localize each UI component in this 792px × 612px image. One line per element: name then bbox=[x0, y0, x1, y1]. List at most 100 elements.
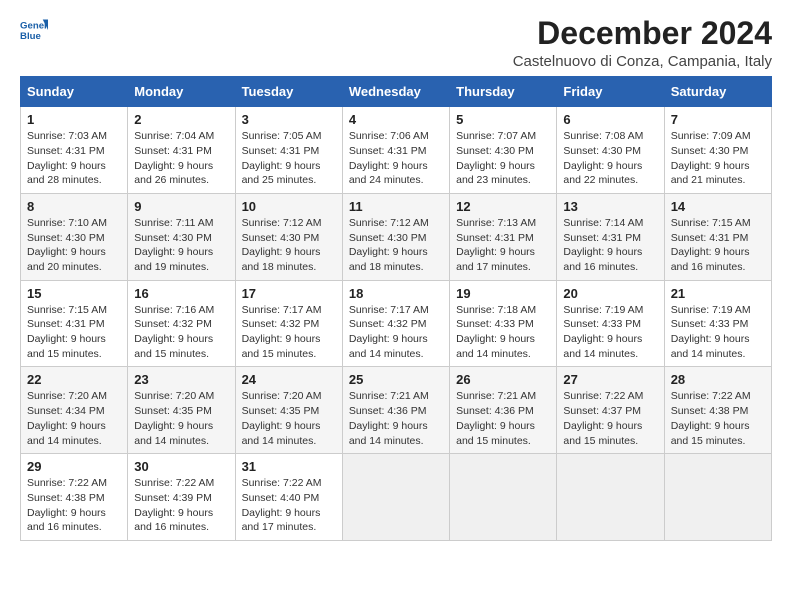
location-title: Castelnuovo di Conza, Campania, Italy bbox=[513, 53, 772, 70]
day-number: 29 bbox=[27, 459, 121, 474]
calendar-cell: 5 Sunrise: 7:07 AMSunset: 4:30 PMDaylight… bbox=[450, 107, 557, 194]
calendar-cell bbox=[664, 454, 771, 541]
day-info: Sunrise: 7:06 AMSunset: 4:31 PMDaylight:… bbox=[349, 129, 443, 188]
day-info: Sunrise: 7:15 AMSunset: 4:31 PMDaylight:… bbox=[671, 216, 765, 275]
day-number: 15 bbox=[27, 286, 121, 301]
calendar-cell: 31Sunrise: 7:22 AMSunset: 4:40 PMDayligh… bbox=[235, 454, 342, 541]
day-info: Sunrise: 7:19 AMSunset: 4:33 PMDaylight:… bbox=[671, 303, 765, 362]
calendar-cell: 6Sunrise: 7:08 AMSunset: 4:30 PMDaylight… bbox=[557, 107, 664, 194]
day-number: 5 bbox=[456, 112, 550, 127]
day-info: Sunrise: 7:22 AMSunset: 4:38 PMDaylight:… bbox=[671, 389, 765, 448]
day-number: 3 bbox=[242, 112, 336, 127]
day-info: Sunrise: 7:21 AMSunset: 4:36 PMDaylight:… bbox=[456, 389, 550, 448]
day-number: 26 bbox=[456, 372, 550, 387]
calendar-cell: 15 Sunrise: 7:15 AMSunset: 4:31 PMDayligh… bbox=[21, 280, 128, 367]
calendar-cell: 22 Sunrise: 7:20 AMSunset: 4:34 PMDayligh… bbox=[21, 367, 128, 454]
calendar-cell: 20Sunrise: 7:19 AMSunset: 4:33 PMDayligh… bbox=[557, 280, 664, 367]
calendar-cell: 29 Sunrise: 7:22 AMSunset: 4:38 PMDayligh… bbox=[21, 454, 128, 541]
page-header: General Blue December 2024 Castelnuovo d… bbox=[20, 16, 772, 70]
calendar-cell: 28 Sunrise: 7:22 AMSunset: 4:38 PMDayligh… bbox=[664, 367, 771, 454]
day-number: 17 bbox=[242, 286, 336, 301]
day-info: Sunrise: 7:05 AMSunset: 4:31 PMDaylight:… bbox=[242, 129, 336, 188]
calendar-cell: 12Sunrise: 7:13 AMSunset: 4:31 PMDayligh… bbox=[450, 193, 557, 280]
day-number: 13 bbox=[563, 199, 657, 214]
calendar-cell: 21Sunrise: 7:19 AMSunset: 4:33 PMDayligh… bbox=[664, 280, 771, 367]
calendar-cell: 18Sunrise: 7:17 AMSunset: 4:32 PMDayligh… bbox=[342, 280, 449, 367]
day-info: Sunrise: 7:09 AMSunset: 4:30 PMDaylight:… bbox=[671, 129, 765, 188]
calendar-cell bbox=[450, 454, 557, 541]
day-number: 1 bbox=[27, 112, 121, 127]
header-wednesday: Wednesday bbox=[342, 77, 449, 107]
day-info: Sunrise: 7:11 AMSunset: 4:30 PMDaylight:… bbox=[134, 216, 228, 275]
logo-icon: General Blue bbox=[20, 16, 48, 44]
calendar-body: 1Sunrise: 7:03 AMSunset: 4:31 PMDaylight… bbox=[21, 107, 772, 541]
calendar-week-3: 15 Sunrise: 7:15 AMSunset: 4:31 PMDayligh… bbox=[21, 280, 772, 367]
day-number: 16 bbox=[134, 286, 228, 301]
calendar-cell: 26 Sunrise: 7:21 AMSunset: 4:36 PMDayligh… bbox=[450, 367, 557, 454]
day-number: 22 bbox=[27, 372, 121, 387]
day-info: Sunrise: 7:15 AMSunset: 4:31 PMDaylight:… bbox=[27, 303, 121, 362]
calendar-week-5: 29 Sunrise: 7:22 AMSunset: 4:38 PMDayligh… bbox=[21, 454, 772, 541]
day-number: 4 bbox=[349, 112, 443, 127]
calendar-cell: 10 Sunrise: 7:12 AMSunset: 4:30 PMDayligh… bbox=[235, 193, 342, 280]
day-info: Sunrise: 7:08 AMSunset: 4:30 PMDaylight:… bbox=[563, 129, 657, 188]
calendar-cell: 25 Sunrise: 7:21 AMSunset: 4:36 PMDayligh… bbox=[342, 367, 449, 454]
day-number: 8 bbox=[27, 199, 121, 214]
calendar-cell: 23 Sunrise: 7:20 AMSunset: 4:35 PMDayligh… bbox=[128, 367, 235, 454]
header-monday: Monday bbox=[128, 77, 235, 107]
day-number: 30 bbox=[134, 459, 228, 474]
title-area: December 2024 Castelnuovo di Conza, Camp… bbox=[513, 16, 772, 70]
day-number: 9 bbox=[134, 199, 228, 214]
calendar-cell: 24Sunrise: 7:20 AMSunset: 4:35 PMDayligh… bbox=[235, 367, 342, 454]
day-info: Sunrise: 7:12 AMSunset: 4:30 PMDaylight:… bbox=[242, 216, 336, 275]
day-info: Sunrise: 7:19 AMSunset: 4:33 PMDaylight:… bbox=[563, 303, 657, 362]
day-info: Sunrise: 7:22 AMSunset: 4:39 PMDaylight:… bbox=[134, 476, 228, 535]
calendar-cell bbox=[557, 454, 664, 541]
calendar-header-row: SundayMondayTuesdayWednesdayThursdayFrid… bbox=[21, 77, 772, 107]
logo: General Blue bbox=[20, 16, 48, 44]
svg-text:General: General bbox=[20, 20, 48, 31]
day-number: 12 bbox=[456, 199, 550, 214]
calendar-week-2: 8Sunrise: 7:10 AMSunset: 4:30 PMDaylight… bbox=[21, 193, 772, 280]
day-info: Sunrise: 7:20 AMSunset: 4:35 PMDaylight:… bbox=[242, 389, 336, 448]
calendar-cell: 4 Sunrise: 7:06 AMSunset: 4:31 PMDaylight… bbox=[342, 107, 449, 194]
day-info: Sunrise: 7:22 AMSunset: 4:38 PMDaylight:… bbox=[27, 476, 121, 535]
day-number: 25 bbox=[349, 372, 443, 387]
day-number: 23 bbox=[134, 372, 228, 387]
calendar-cell: 3 Sunrise: 7:05 AMSunset: 4:31 PMDaylight… bbox=[235, 107, 342, 194]
calendar-cell: 7 Sunrise: 7:09 AMSunset: 4:30 PMDaylight… bbox=[664, 107, 771, 194]
day-number: 11 bbox=[349, 199, 443, 214]
day-number: 7 bbox=[671, 112, 765, 127]
day-info: Sunrise: 7:21 AMSunset: 4:36 PMDaylight:… bbox=[349, 389, 443, 448]
day-number: 2 bbox=[134, 112, 228, 127]
day-number: 28 bbox=[671, 372, 765, 387]
day-number: 19 bbox=[456, 286, 550, 301]
month-title: December 2024 bbox=[513, 16, 772, 51]
day-number: 27 bbox=[563, 372, 657, 387]
svg-text:Blue: Blue bbox=[20, 31, 41, 42]
calendar-cell: 27 Sunrise: 7:22 AMSunset: 4:37 PMDayligh… bbox=[557, 367, 664, 454]
calendar-cell bbox=[342, 454, 449, 541]
calendar-cell: 17 Sunrise: 7:17 AMSunset: 4:32 PMDayligh… bbox=[235, 280, 342, 367]
calendar-cell: 8Sunrise: 7:10 AMSunset: 4:30 PMDaylight… bbox=[21, 193, 128, 280]
calendar-cell: 13Sunrise: 7:14 AMSunset: 4:31 PMDayligh… bbox=[557, 193, 664, 280]
day-info: Sunrise: 7:16 AMSunset: 4:32 PMDaylight:… bbox=[134, 303, 228, 362]
day-info: Sunrise: 7:18 AMSunset: 4:33 PMDaylight:… bbox=[456, 303, 550, 362]
day-info: Sunrise: 7:22 AMSunset: 4:37 PMDaylight:… bbox=[563, 389, 657, 448]
day-info: Sunrise: 7:17 AMSunset: 4:32 PMDaylight:… bbox=[242, 303, 336, 362]
header-sunday: Sunday bbox=[21, 77, 128, 107]
calendar-cell: 30 Sunrise: 7:22 AMSunset: 4:39 PMDayligh… bbox=[128, 454, 235, 541]
calendar-week-1: 1Sunrise: 7:03 AMSunset: 4:31 PMDaylight… bbox=[21, 107, 772, 194]
day-info: Sunrise: 7:20 AMSunset: 4:35 PMDaylight:… bbox=[134, 389, 228, 448]
day-number: 10 bbox=[242, 199, 336, 214]
day-info: Sunrise: 7:20 AMSunset: 4:34 PMDaylight:… bbox=[27, 389, 121, 448]
header-friday: Friday bbox=[557, 77, 664, 107]
calendar-week-4: 22 Sunrise: 7:20 AMSunset: 4:34 PMDayligh… bbox=[21, 367, 772, 454]
calendar-cell: 11 Sunrise: 7:12 AMSunset: 4:30 PMDayligh… bbox=[342, 193, 449, 280]
calendar-cell: 2Sunrise: 7:04 AMSunset: 4:31 PMDaylight… bbox=[128, 107, 235, 194]
day-info: Sunrise: 7:12 AMSunset: 4:30 PMDaylight:… bbox=[349, 216, 443, 275]
calendar-table: SundayMondayTuesdayWednesdayThursdayFrid… bbox=[20, 76, 772, 541]
day-number: 18 bbox=[349, 286, 443, 301]
header-saturday: Saturday bbox=[664, 77, 771, 107]
day-info: Sunrise: 7:07 AMSunset: 4:30 PMDaylight:… bbox=[456, 129, 550, 188]
